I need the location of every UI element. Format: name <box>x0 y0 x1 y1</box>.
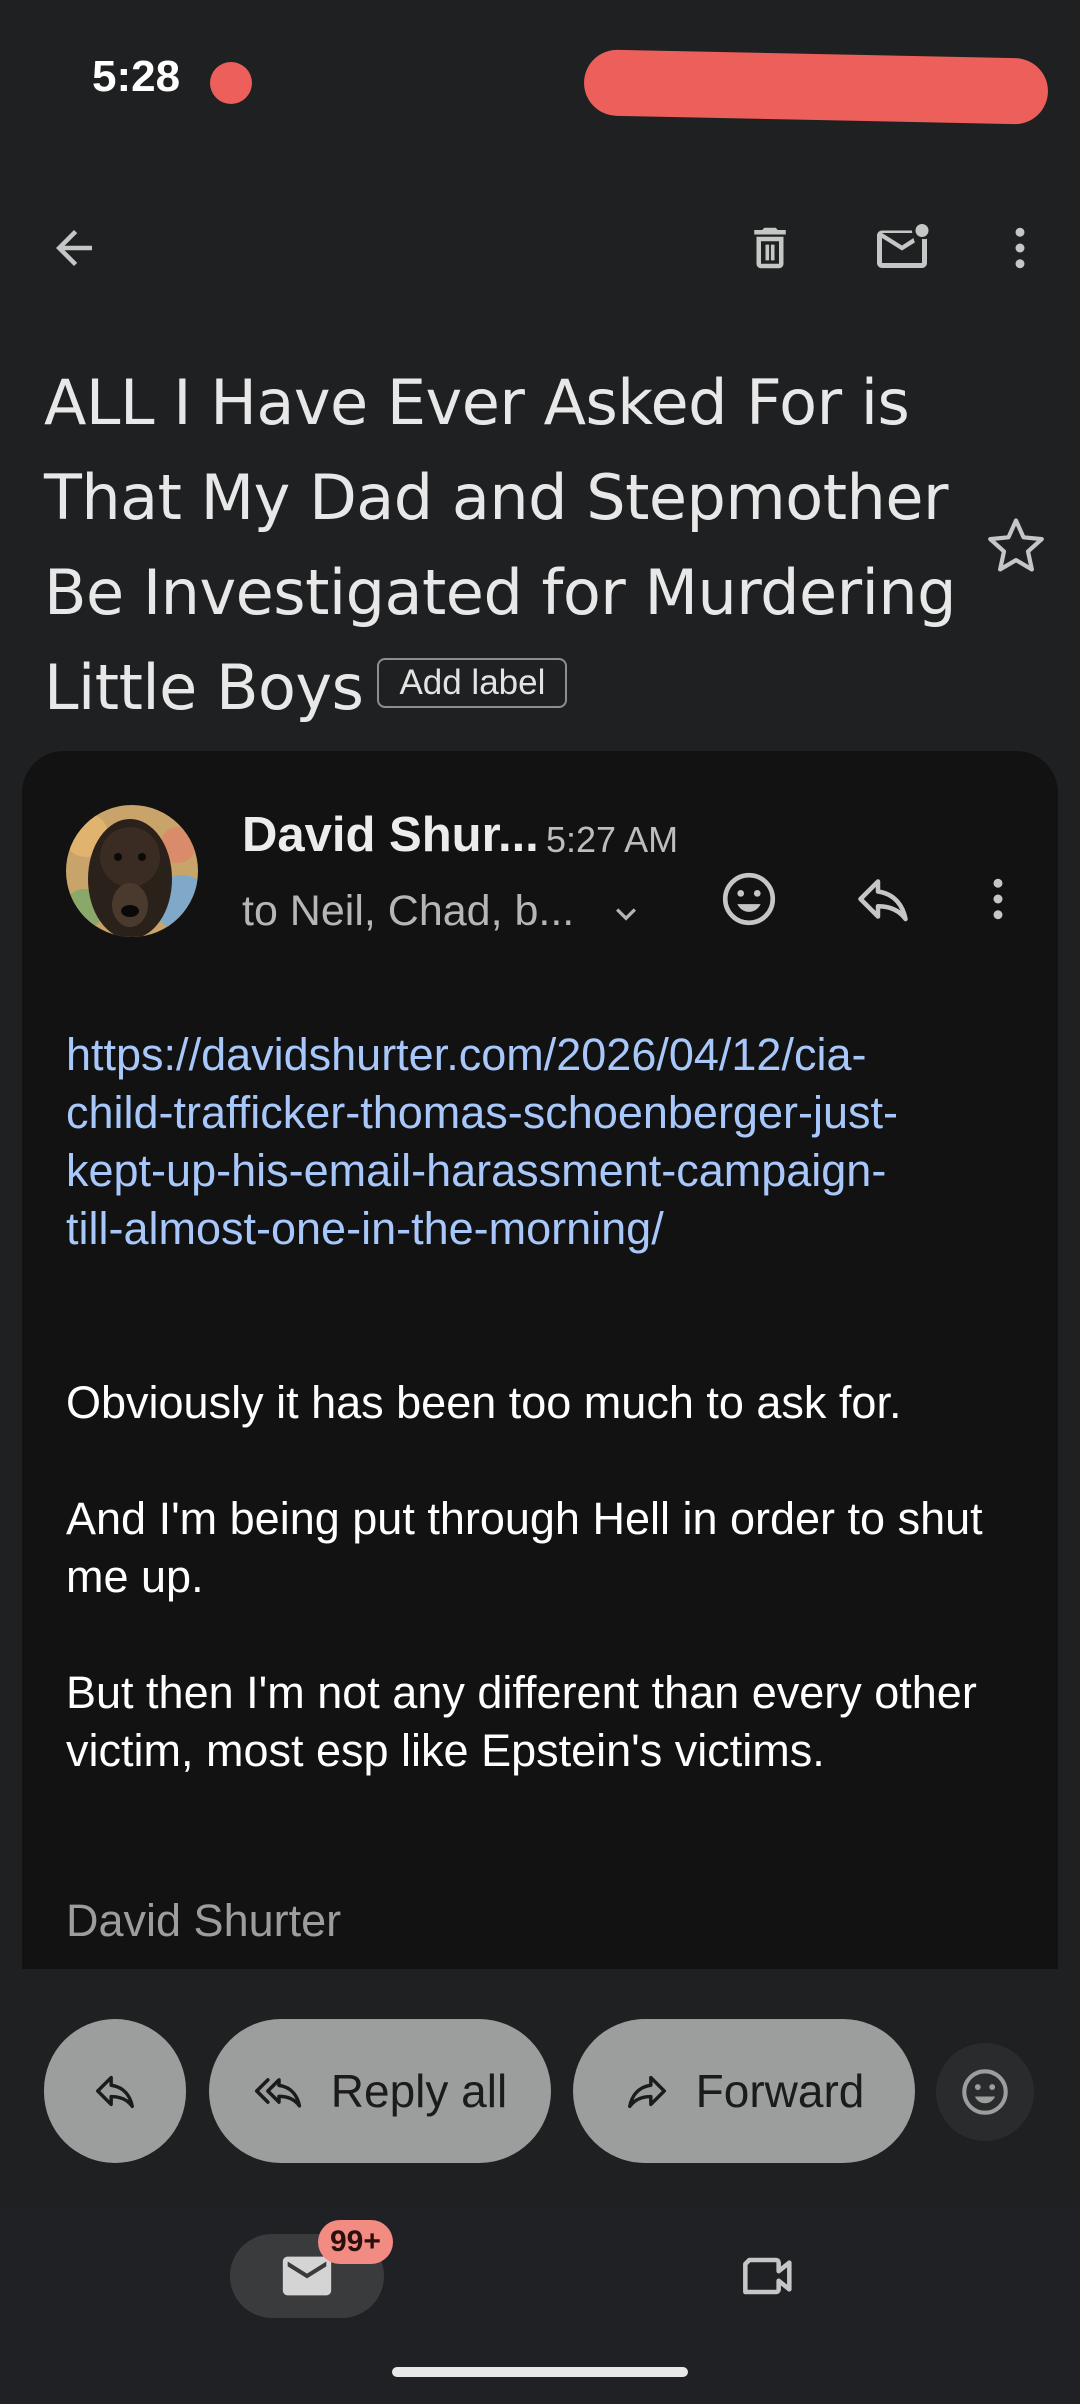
subject-line: Be Investigated for Murdering <box>44 556 957 629</box>
recipients-text: to Neil, Chad, b... <box>242 887 575 935</box>
link-line: child-trafficker-thomas-schoenberger-jus… <box>66 1087 898 1138</box>
message-body: https://davidshurter.com/2026/04/12/cia-… <box>66 1026 1026 1780</box>
forward-label: Forward <box>695 2065 865 2117</box>
star-button[interactable] <box>980 510 1052 582</box>
signature: David Shurter <box>66 1895 342 1946</box>
more-vertical-icon <box>1015 227 1025 269</box>
sender-name[interactable]: David Shur... <box>242 807 539 863</box>
link-line: https://davidshurter.com/2026/04/12/cia- <box>66 1029 867 1080</box>
body-paragraph: And I'm being put through Hell in order … <box>66 1493 983 1602</box>
reply-button[interactable] <box>843 859 923 939</box>
video-camera-icon <box>743 2257 792 2295</box>
arrow-left-icon <box>56 230 92 266</box>
emoji-reaction-button[interactable] <box>936 2043 1034 2141</box>
message-time: 5:27 AM <box>546 819 679 860</box>
avatar[interactable] <box>66 805 198 937</box>
reply-all-icon <box>254 2078 301 2108</box>
mail-unread-icon <box>877 224 929 268</box>
nav-meet-tab[interactable] <box>728 2244 808 2308</box>
trash-icon <box>754 227 786 269</box>
unread-count-badge: 99+ <box>318 2220 393 2264</box>
more-options-button[interactable] <box>980 208 1060 288</box>
status-time: 5:28 <box>92 52 181 101</box>
body-paragraph: Obviously it has been too much to ask fo… <box>66 1377 902 1428</box>
reply-icon <box>858 879 908 922</box>
body-link[interactable]: https://davidshurter.com/2026/04/12/cia-… <box>66 1026 1026 1258</box>
message-card: David Shur... 5:27 AM to Neil, Chad, b..… <box>22 751 1058 1969</box>
body-paragraph: But then I'm not any different than ever… <box>66 1667 977 1776</box>
subject-line: Little Boys <box>44 651 364 724</box>
star-outline-icon <box>988 518 1044 572</box>
back-button[interactable] <box>34 208 114 288</box>
home-indicator[interactable] <box>392 2367 688 2377</box>
reply-all-button[interactable]: Reply all <box>209 2019 551 2163</box>
subject-line-last: Little Boys Add label <box>44 640 944 735</box>
message-more-button[interactable] <box>958 859 1038 939</box>
subject-line: That My Dad and Stepmother <box>44 461 948 534</box>
add-label-button[interactable]: Add label <box>377 657 568 708</box>
smiley-icon <box>962 2069 1008 2115</box>
dog-avatar-image <box>66 805 198 937</box>
redaction-mark <box>583 49 1049 125</box>
forward-icon <box>627 2075 666 2109</box>
email-subject: ALL I Have Ever Asked For is That My Dad… <box>44 355 957 735</box>
link-line: till-almost-one-in-the-morning/ <box>66 1203 664 1254</box>
reply-all-label: Reply all <box>330 2065 508 2117</box>
mark-unread-button[interactable] <box>862 208 942 288</box>
more-vertical-icon <box>993 878 1003 920</box>
link-line: kept-up-his-email-harassment-campaign- <box>66 1145 887 1196</box>
smiley-icon <box>722 872 776 926</box>
chevron-down-icon <box>616 907 637 921</box>
subject-line: ALL I Have Ever Asked For is <box>44 366 910 439</box>
status-bar: 5:28 <box>0 0 1080 160</box>
forward-button[interactable]: Forward <box>573 2019 915 2163</box>
delete-button[interactable] <box>730 208 810 288</box>
recording-dot-icon <box>210 62 252 104</box>
reply-icon <box>96 2075 134 2109</box>
react-emoji-button[interactable] <box>709 859 789 939</box>
recipients-toggle[interactable]: to Neil, Chad, b... <box>242 887 646 936</box>
reply-action-button[interactable] <box>44 2019 186 2163</box>
